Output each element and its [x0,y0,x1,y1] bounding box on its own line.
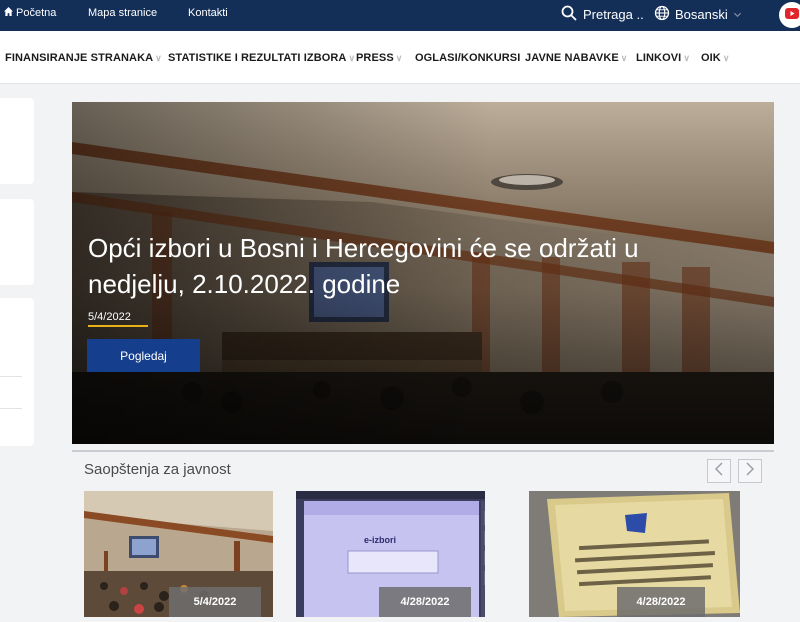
contacts-label: Kontakti [188,7,228,19]
globe-icon [654,5,670,24]
nav-item-label: FINANSIRANJE STRANAKA [5,52,154,64]
nav-item-statistics[interactable]: STATISTIKE I REZULTATI IZBORA ∨ [168,52,355,64]
previous-button[interactable] [707,459,731,483]
chevron-down-icon: ∨ [722,52,730,63]
svg-text:e-izbori: e-izbori [364,535,396,545]
news-card[interactable]: e-izbori 4/28/2022 [296,491,485,617]
sitemap-link[interactable]: Mapa stranice [88,7,157,19]
language-label: Bosanski [675,7,728,22]
sitemap-label: Mapa stranice [88,7,158,19]
chevron-down-icon: ∨ [620,52,628,63]
nav-item-announcements[interactable]: OGLASI/KONKURSI [415,52,520,64]
nav-item-label: OIK [701,52,721,64]
news-card[interactable]: 4/28/2022 [529,491,740,617]
language-selector[interactable]: Bosanski [654,5,742,24]
chevron-down-icon: ∨ [683,52,690,63]
home-link[interactable]: Početna [4,7,56,19]
side-card[interactable] [0,199,34,285]
youtube-link[interactable] [779,2,800,28]
nav-item-links[interactable]: LINKOVI ∨ [636,52,690,64]
chevron-right-icon [744,461,756,481]
nav-item-procurement[interactable]: JAVNE NABAVKE ∨ [525,52,627,64]
main-navigation: FINANSIRANJE STRANAKA ∨ STATISTIKE I REZ… [0,31,800,84]
hero-date-underline [88,325,148,327]
news-date: 4/28/2022 [379,587,471,617]
side-card[interactable] [0,98,34,184]
divider [0,408,22,409]
view-button[interactable]: Pogledaj [87,339,200,372]
youtube-icon [785,8,799,22]
search-label: Pretraga .. [583,7,644,22]
nav-item-label: OGLASI/KONKURSI [415,52,521,64]
top-bar: Početna Mapa stranice Kontakti Pretraga … [0,0,800,31]
section-divider [72,450,774,452]
side-card [0,298,34,446]
nav-item-label: LINKOVI [636,52,682,64]
chevron-down-icon: ∨ [348,52,356,63]
nav-item-label: PRESS [356,52,394,64]
press-releases-title: Saopštenja za javnost [84,461,231,478]
hero-date: 5/4/2022 [88,311,131,323]
hero-slider[interactable]: Opći izbori u Bosni i Hercegovini će se … [72,102,774,444]
home-label: Početna [16,7,57,19]
chevron-down-icon: ∨ [395,52,403,63]
search-icon [561,5,577,24]
next-button[interactable] [738,459,762,483]
nav-item-label: JAVNE NABAVKE [525,52,619,64]
nav-item-financing[interactable]: FINANSIRANJE STRANAKA ∨ [5,52,162,64]
news-date: 4/28/2022 [617,587,705,617]
divider [0,376,22,377]
contacts-link[interactable]: Kontakti [188,7,228,19]
search-button[interactable]: Pretraga .. [561,5,644,24]
home-icon [4,7,13,19]
nav-item-oik[interactable]: OIK ∨ [701,52,730,64]
nav-item-press[interactable]: PRESS ∨ [356,52,402,64]
chevron-down-icon [733,7,742,22]
news-card[interactable]: 5/4/2022 [84,491,273,617]
hero-title[interactable]: Opći izbori u Bosni i Hercegovini će se … [88,230,688,302]
nav-item-label: STATISTIKE I REZULTATI IZBORA [168,52,347,64]
news-date: 5/4/2022 [169,587,261,617]
chevron-left-icon [713,461,725,481]
chevron-down-icon: ∨ [155,52,162,63]
